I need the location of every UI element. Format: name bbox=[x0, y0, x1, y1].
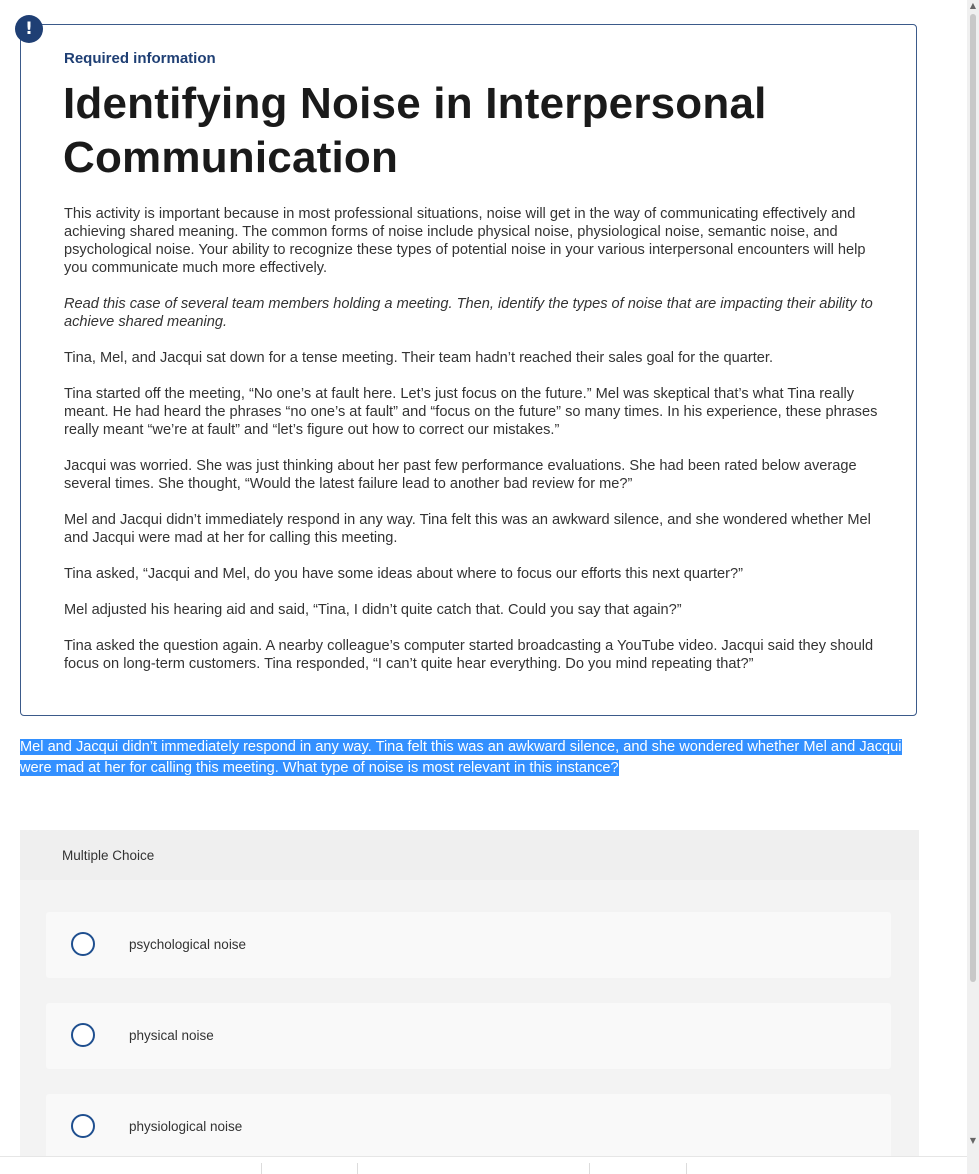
scroll-down-arrow-icon[interactable]: ▼ bbox=[969, 1136, 977, 1145]
answer-option-psychological[interactable]: psychological noise bbox=[46, 912, 891, 978]
answer-option-label: physiological noise bbox=[129, 1119, 243, 1134]
case-text: This activity is important because in mo… bbox=[64, 205, 884, 691]
case-paragraph: Tina, Mel, and Jacqui sat down for a ten… bbox=[64, 350, 774, 366]
scroll-up-arrow-icon[interactable]: ▲ bbox=[969, 1, 977, 10]
case-paragraph: Mel adjusted his hearing aid and said, “… bbox=[64, 602, 682, 618]
case-paragraph: Tina asked the question again. A nearby … bbox=[64, 638, 874, 672]
case-paragraph: Tina asked, “Jacqui and Mel, do you have… bbox=[64, 566, 743, 582]
question-prompt: Mel and Jacqui didn’t immediately respon… bbox=[20, 737, 910, 779]
case-paragraph: Jacqui was worried. She was just thinkin… bbox=[64, 458, 857, 492]
multiple-choice-label: Multiple Choice bbox=[62, 848, 155, 863]
question-text: Mel and Jacqui didn’t immediately respon… bbox=[20, 739, 902, 776]
answer-option-label: psychological noise bbox=[129, 937, 247, 952]
answer-option-physiological[interactable]: physiological noise bbox=[46, 1094, 891, 1160]
alert-icon: ! bbox=[15, 15, 43, 43]
vertical-scrollbar[interactable]: ▲ ▼ bbox=[967, 0, 979, 1174]
radio-button[interactable] bbox=[71, 1023, 95, 1047]
toolbar-divider bbox=[357, 1163, 358, 1174]
case-paragraph: Tina started off the meeting, “No one’s … bbox=[64, 386, 878, 438]
page-title: Identifying Noise in Interpersonal Commu… bbox=[63, 79, 767, 182]
radio-button[interactable] bbox=[71, 932, 95, 956]
toolbar-divider bbox=[261, 1163, 262, 1174]
toolbar-divider bbox=[686, 1163, 687, 1174]
scroll-thumb[interactable] bbox=[970, 14, 976, 982]
required-information-label: Required information bbox=[64, 50, 216, 67]
answer-option-physical[interactable]: physical noise bbox=[46, 1003, 891, 1069]
toolbar-divider bbox=[589, 1163, 590, 1174]
radio-button[interactable] bbox=[71, 1114, 95, 1138]
bottom-toolbar bbox=[0, 1156, 967, 1174]
case-paragraph: Mel and Jacqui didn’t immediately respon… bbox=[64, 512, 871, 546]
intro-paragraph: This activity is important because in mo… bbox=[64, 206, 866, 276]
answer-option-label: physical noise bbox=[129, 1028, 214, 1043]
multiple-choice-panel: Multiple Choice psychological noise phys… bbox=[20, 830, 919, 1170]
multiple-choice-header: Multiple Choice bbox=[20, 830, 919, 880]
instruction-paragraph: Read this case of several team members h… bbox=[64, 296, 873, 330]
page: ! Required information Identifying Noise… bbox=[0, 0, 967, 1174]
required-information-box: Required information Identifying Noise i… bbox=[20, 24, 917, 716]
